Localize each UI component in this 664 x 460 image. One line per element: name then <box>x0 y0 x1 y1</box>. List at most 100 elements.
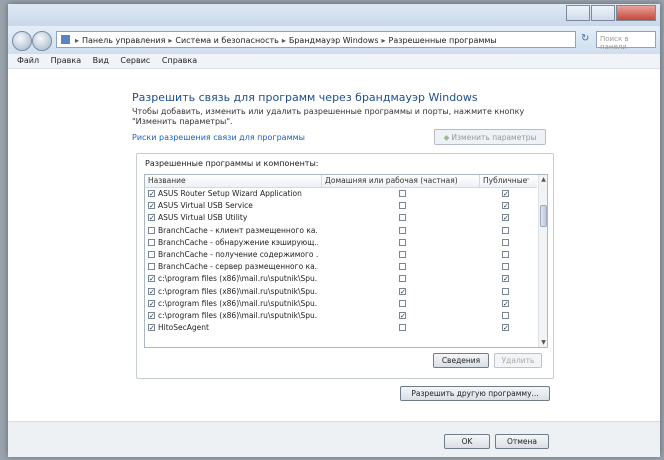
program-enabled-checkbox[interactable] <box>148 238 155 246</box>
change-settings-button[interactable]: ◆ Изменить параметры <box>434 129 546 145</box>
table-rows: ASUS Router Setup Wizard Application ASUS… <box>145 188 537 334</box>
public-network-checkbox[interactable] <box>502 202 509 210</box>
refresh-icon[interactable]: ↻ <box>581 33 593 45</box>
home-network-checkbox[interactable] <box>399 287 406 295</box>
risk-link[interactable]: Риски разрешения связи для программы <box>132 133 305 142</box>
breadcrumb-item[interactable]: Брандмауэр Windows <box>289 36 379 45</box>
public-network-checkbox[interactable] <box>502 226 509 234</box>
scrollbar-thumb[interactable] <box>540 205 547 227</box>
column-header-public[interactable]: Публичные <box>483 175 527 187</box>
program-enabled-checkbox[interactable] <box>148 226 155 234</box>
program-name: c:\program files (x86)\mail.ru\sputnik\S… <box>158 274 318 284</box>
public-network-checkbox[interactable] <box>502 190 509 197</box>
window-controls <box>565 5 656 21</box>
table-row[interactable]: ASUS Virtual USB Service <box>145 200 537 212</box>
program-enabled-checkbox[interactable] <box>148 275 155 283</box>
home-network-checkbox[interactable] <box>399 202 406 210</box>
delete-button[interactable]: Удалить <box>494 353 542 368</box>
table-row[interactable]: BranchCache - обнаружение кэширующ... <box>145 237 537 249</box>
home-network-checkbox[interactable] <box>399 263 406 271</box>
main-content: Разрешить связь для программ через бранд… <box>8 69 660 421</box>
ok-button[interactable]: OK <box>444 434 490 449</box>
home-network-checkbox[interactable] <box>399 226 406 234</box>
column-divider <box>479 175 480 187</box>
program-enabled-checkbox[interactable] <box>148 263 155 271</box>
program-name: c:\program files (x86)\mail.ru\sputnik\S… <box>158 298 318 308</box>
cancel-button[interactable]: Отмена <box>495 434 549 449</box>
details-button[interactable]: Сведения <box>433 353 489 368</box>
table-row[interactable]: ASUS Virtual USB Utility <box>145 212 537 224</box>
scroll-down-arrow-icon[interactable]: ▼ <box>539 338 547 347</box>
table-row[interactable]: BranchCache - получение содержимого ... <box>145 249 537 261</box>
program-enabled-checkbox[interactable] <box>148 190 155 197</box>
scroll-up-arrow-icon[interactable]: ▲ <box>539 175 547 184</box>
table-row[interactable]: BranchCache - клиент размещенного ка... <box>145 225 537 237</box>
home-network-checkbox[interactable] <box>399 275 406 283</box>
column-header-name[interactable]: Название <box>148 175 186 187</box>
program-enabled-checkbox[interactable] <box>148 202 155 210</box>
menu-tools[interactable]: Сервис <box>120 56 150 65</box>
breadcrumb[interactable]: ▸ Панель управления ▸ Система и безопасност… <box>56 31 576 48</box>
back-button[interactable] <box>12 31 32 51</box>
program-name: ASUS Virtual USB Service <box>158 201 253 211</box>
breadcrumb-item[interactable]: Панель управления <box>82 36 165 45</box>
maximize-button[interactable] <box>591 5 615 21</box>
menu-help[interactable]: Справка <box>162 56 197 65</box>
home-network-checkbox[interactable] <box>399 190 406 197</box>
group-title: Разрешенные программы и компоненты: <box>145 159 319 168</box>
program-name: HitoSecAgent <box>158 323 209 333</box>
forward-button[interactable] <box>32 31 52 51</box>
minimize-button[interactable] <box>566 5 590 21</box>
control-panel-icon <box>61 35 70 44</box>
breadcrumb-item[interactable]: Разрешенные программы <box>389 36 497 45</box>
public-network-checkbox[interactable] <box>502 287 509 295</box>
table-row[interactable]: BranchCache - сервер размещенного ка... <box>145 261 537 273</box>
change-settings-label: Изменить параметры <box>451 132 537 142</box>
program-enabled-checkbox[interactable] <box>148 214 155 222</box>
menu-edit[interactable]: Правка <box>51 56 81 65</box>
menu-view[interactable]: Вид <box>93 56 109 65</box>
search-input[interactable]: Поиск в панели <box>596 31 656 51</box>
public-network-checkbox[interactable] <box>502 311 509 319</box>
menu-bar: Файл Правка Вид Сервис Справка <box>8 54 660 69</box>
column-header-home[interactable]: Домашняя или рабочая (частная) <box>325 175 458 187</box>
breadcrumb-separator: ▸ <box>75 36 80 45</box>
programs-table: Название Домашняя или рабочая (частная) … <box>144 174 548 348</box>
table-scrollbar[interactable]: ▲ ▼ <box>538 175 547 347</box>
public-network-checkbox[interactable] <box>502 263 509 271</box>
program-enabled-checkbox[interactable] <box>148 311 155 319</box>
home-network-checkbox[interactable] <box>399 299 406 307</box>
home-network-checkbox[interactable] <box>399 324 406 332</box>
table-row[interactable]: c:\program files (x86)\mail.ru\sputnik\S… <box>145 298 537 310</box>
home-network-checkbox[interactable] <box>399 311 406 319</box>
title-bar[interactable] <box>8 4 660 26</box>
program-name: c:\program files (x86)\mail.ru\sputnik\S… <box>158 286 318 296</box>
home-network-checkbox[interactable] <box>399 214 406 222</box>
program-enabled-checkbox[interactable] <box>148 324 155 332</box>
home-network-checkbox[interactable] <box>399 250 406 258</box>
table-row[interactable]: c:\program files (x86)\mail.ru\sputnik\S… <box>145 286 537 298</box>
table-row[interactable]: c:\program files (x86)\mail.ru\sputnik\S… <box>145 310 537 322</box>
table-row[interactable]: ASUS Router Setup Wizard Application <box>145 188 537 200</box>
table-row[interactable]: HitoSecAgent <box>145 322 537 334</box>
program-enabled-checkbox[interactable] <box>148 287 155 295</box>
public-network-checkbox[interactable] <box>502 275 509 283</box>
dialog-footer: OK Отмена <box>8 421 660 457</box>
page-title: Разрешить связь для программ через бранд… <box>132 91 478 104</box>
public-network-checkbox[interactable] <box>502 250 509 258</box>
home-network-checkbox[interactable] <box>399 238 406 246</box>
public-network-checkbox[interactable] <box>502 214 509 222</box>
program-name: ASUS Virtual USB Utility <box>158 213 248 223</box>
menu-file[interactable]: Файл <box>17 56 39 65</box>
table-row[interactable]: c:\program files (x86)\mail.ru\sputnik\S… <box>145 273 537 285</box>
public-network-checkbox[interactable] <box>502 324 509 332</box>
allow-other-program-button[interactable]: Разрешить другую программу... <box>400 386 550 401</box>
close-window-button[interactable] <box>616 5 656 21</box>
public-network-checkbox[interactable] <box>502 299 509 307</box>
public-network-checkbox[interactable] <box>502 238 509 246</box>
program-enabled-checkbox[interactable] <box>148 299 155 307</box>
breadcrumb-item[interactable]: Система и безопасность <box>175 36 278 45</box>
program-enabled-checkbox[interactable] <box>148 250 155 258</box>
column-divider <box>321 175 322 187</box>
allowed-programs-group: Разрешенные программы и компоненты: Назв… <box>136 153 554 379</box>
